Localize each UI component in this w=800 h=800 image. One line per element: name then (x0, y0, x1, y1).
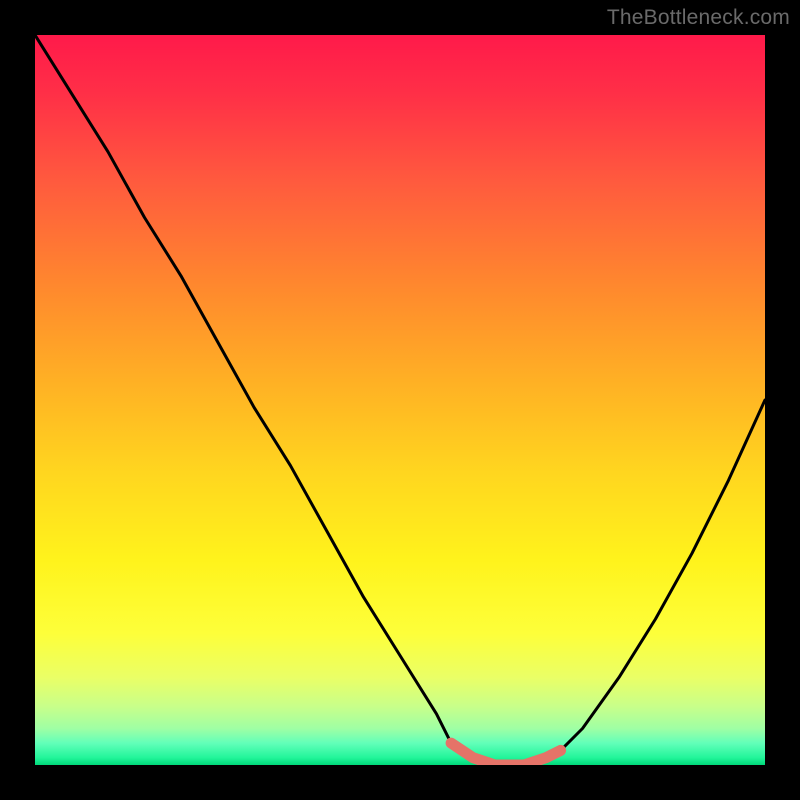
chart-plot-area (35, 35, 765, 765)
watermark-text: TheBottleneck.com (607, 6, 790, 30)
minimum-marker (35, 35, 765, 765)
chart-frame: TheBottleneck.com (0, 0, 800, 800)
